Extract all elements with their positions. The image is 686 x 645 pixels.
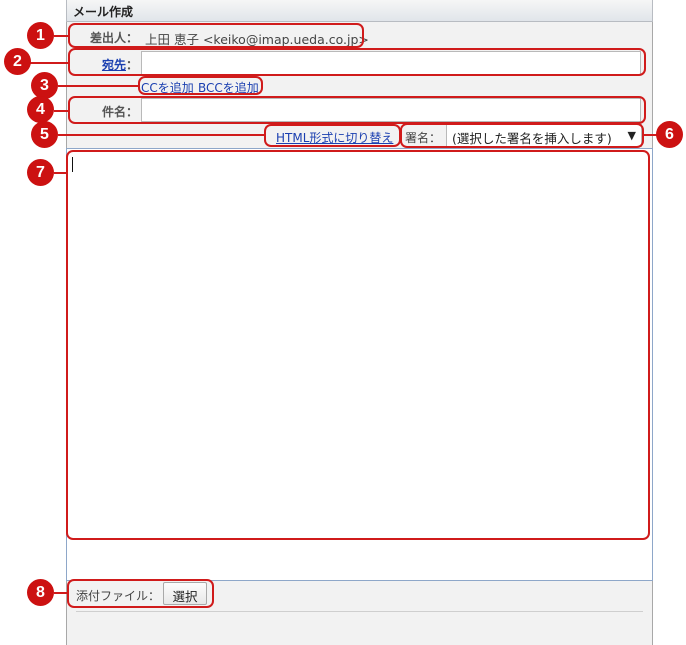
- add-cc-link[interactable]: CCを追加: [141, 79, 194, 96]
- connector-3: [58, 85, 138, 87]
- callout-marker-2: 2: [4, 48, 31, 75]
- callout-marker-4: 4: [27, 96, 54, 123]
- window-title: メール作成: [66, 0, 653, 22]
- connector-5: [58, 134, 264, 136]
- text-caret: [72, 157, 73, 172]
- chevron-down-icon: ▼: [627, 129, 636, 142]
- subject-input[interactable]: [141, 98, 641, 122]
- from-value: 上田 恵子 <keiko@imap.ueda.co.jp>: [145, 32, 369, 47]
- callout-marker-7: 7: [27, 159, 54, 186]
- callout-marker-3: 3: [31, 72, 58, 99]
- callout-marker-5: 5: [31, 121, 58, 148]
- to-address-book-link[interactable]: 宛先: [102, 58, 126, 72]
- signature-selected-value: (選択した署名を挿入します): [452, 131, 612, 146]
- signature-label: 署名：: [405, 131, 442, 145]
- connector-6: [643, 134, 657, 136]
- to-input[interactable]: [141, 51, 641, 75]
- subject-label: 件名：: [101, 105, 138, 119]
- from-label: 差出人：: [89, 31, 138, 45]
- connector-1: [54, 35, 69, 37]
- attachment-select-button[interactable]: 選択: [163, 582, 207, 605]
- connector-7: [54, 172, 67, 174]
- message-body-textarea[interactable]: [66, 148, 653, 581]
- callout-marker-8: 8: [27, 579, 54, 606]
- callout-marker-6: 6: [656, 121, 683, 148]
- callout-marker-1: 1: [27, 22, 54, 49]
- add-bcc-link[interactable]: BCCを追加: [198, 79, 259, 96]
- footer-divider: [76, 611, 643, 612]
- switch-html-link[interactable]: HTML形式に切り替え: [276, 129, 393, 146]
- connector-2: [30, 62, 69, 64]
- connector-4: [54, 110, 69, 112]
- to-label: 宛先：: [70, 56, 138, 73]
- connector-8: [54, 592, 68, 594]
- attachment-label: 添付ファイル：: [76, 589, 161, 603]
- to-separator: ：: [125, 58, 138, 72]
- signature-select[interactable]: (選択した署名を挿入します) ▼: [446, 124, 642, 147]
